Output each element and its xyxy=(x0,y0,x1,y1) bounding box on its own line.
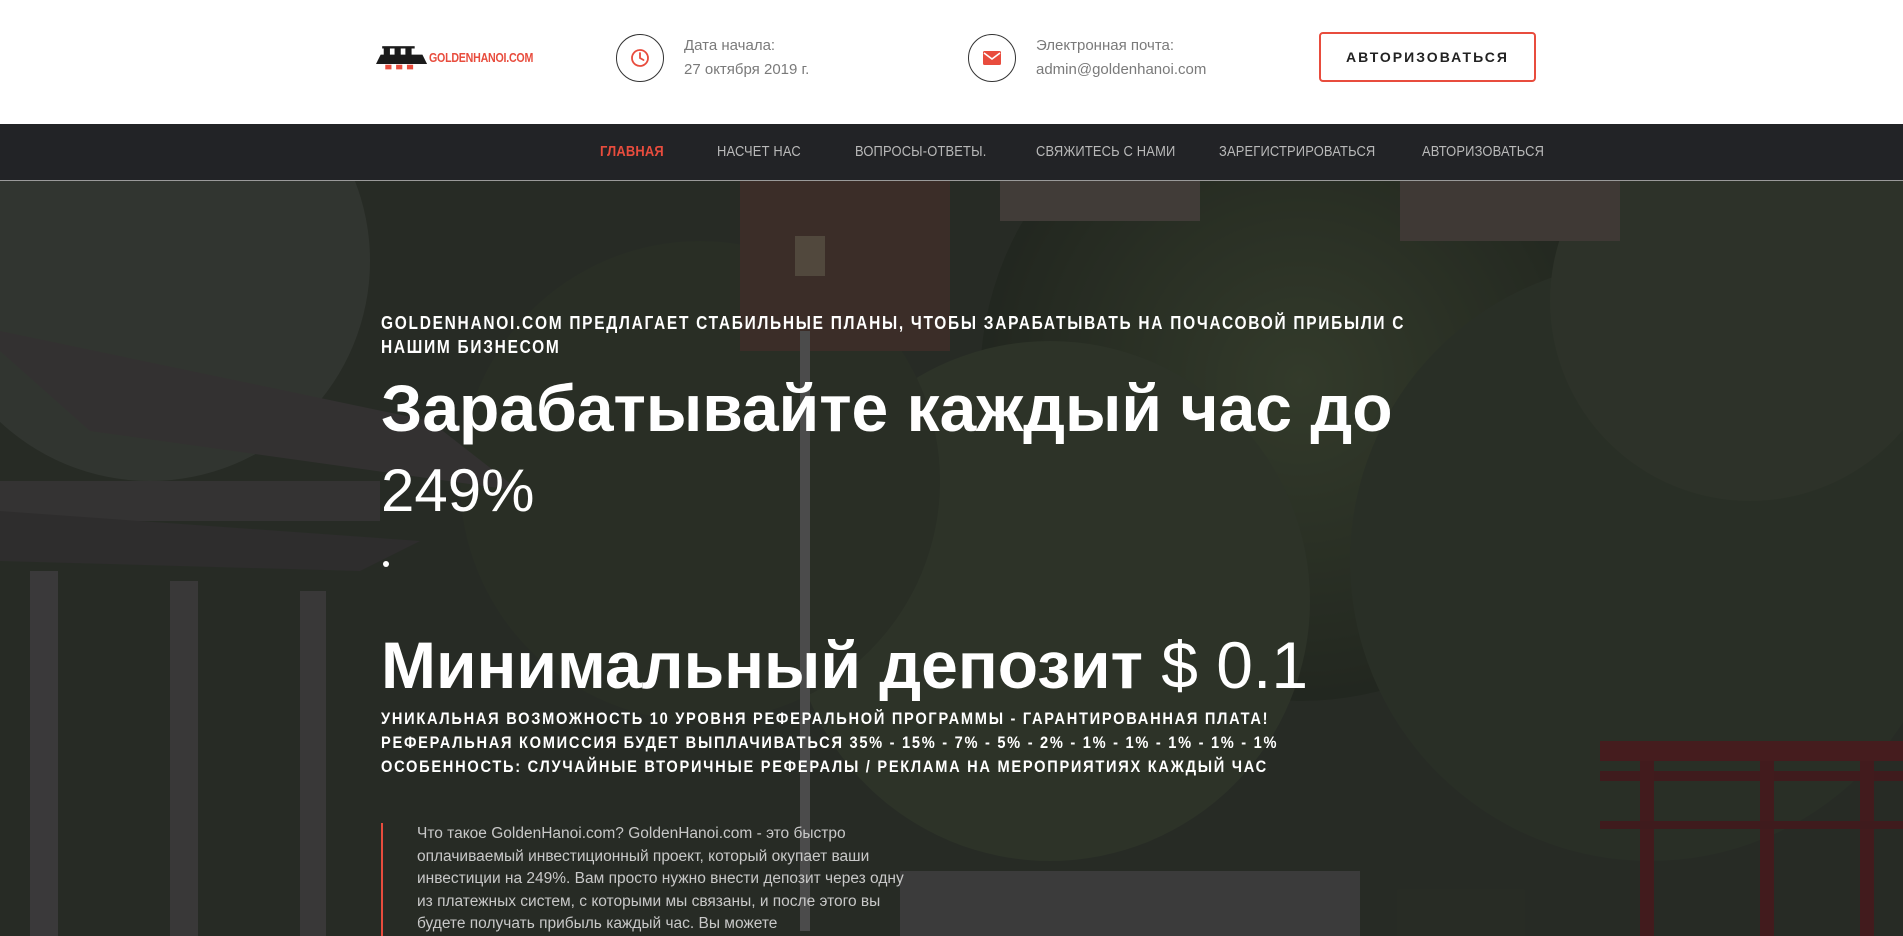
nav-item-faq[interactable]: ВОПРОСЫ-ОТВЕТЫ. xyxy=(855,124,986,180)
nav-item-register[interactable]: ЗАРЕГИСТРИРОВАТЬСЯ xyxy=(1219,124,1375,180)
site-logo[interactable]: GOLDENHANOI.COM xyxy=(376,40,556,74)
bullet-dot xyxy=(383,561,389,567)
clock-icon xyxy=(616,34,664,82)
email-value[interactable]: admin@goldenhanoi.com xyxy=(1036,58,1206,82)
referral-line-1: УНИКАЛЬНАЯ ВОЗМОЖНОСТЬ 10 УРОВНЯ РЕФЕРАЛ… xyxy=(381,709,1270,728)
email-block: Электронная почта: admin@goldenhanoi.com xyxy=(968,34,1206,82)
start-date-value: 27 октября 2019 г. xyxy=(684,61,810,78)
start-date-block: Дата начала: 27 октября 2019 г. xyxy=(616,34,809,82)
hero-kicker: GOLDENHANOI.COM ПРЕДЛАГАЕТ СТАБИЛЬНЫЕ ПЛ… xyxy=(381,313,1406,357)
email-label: Электронная почта: xyxy=(1036,37,1175,54)
min-deposit-label: Минимальный депозит xyxy=(381,628,1143,702)
hero-percent: 249% xyxy=(381,457,535,524)
login-button[interactable]: АВТОРИЗОВАТЬСЯ xyxy=(1319,32,1536,82)
logo-text: GOLDENHANOI.COM xyxy=(429,49,534,65)
hero-section: GOLDENHANOI.COM ПРЕДЛАГАЕТ СТАБИЛЬНЫЕ ПЛ… xyxy=(0,181,1903,936)
hero-description: Что такое GoldenHanoi.com? GoldenHanoi.c… xyxy=(381,823,911,936)
envelope-icon xyxy=(968,34,1016,82)
nav-item-login[interactable]: АВТОРИЗОВАТЬСЯ xyxy=(1422,124,1544,180)
referral-line-2: РЕФЕРАЛЬНАЯ КОМИССИЯ БУДЕТ ВЫПЛАЧИВАТЬСЯ… xyxy=(381,733,1279,752)
start-date-label: Дата начала: xyxy=(684,37,776,54)
hero-headline: Зарабатывайте каждый час до xyxy=(381,371,1393,445)
referral-info: УНИКАЛЬНАЯ ВОЗМОЖНОСТЬ 10 УРОВНЯ РЕФЕРАЛ… xyxy=(381,707,1456,779)
min-deposit-amount: $ 0.1 xyxy=(1161,628,1309,702)
logo-gate-icon xyxy=(376,46,428,70)
main-nav: ГЛАВНАЯ НАСЧЕТ НАС ВОПРОСЫ-ОТВЕТЫ. СВЯЖИ… xyxy=(0,124,1903,181)
nav-item-contact[interactable]: СВЯЖИТЕСЬ С НАМИ xyxy=(1036,124,1175,180)
hero-overlay xyxy=(0,181,1903,936)
referral-line-3: ОСОБЕННОСТЬ: СЛУЧАЙНЫЕ ВТОРИЧНЫЕ РЕФЕРАЛ… xyxy=(381,757,1268,776)
nav-item-about[interactable]: НАСЧЕТ НАС xyxy=(717,124,801,180)
min-deposit-heading: Минимальный депозит $ 0.1 xyxy=(381,625,1308,705)
top-header: GOLDENHANOI.COM Дата начала: 27 октября … xyxy=(0,0,1903,124)
nav-item-home[interactable]: ГЛАВНАЯ xyxy=(600,124,664,180)
